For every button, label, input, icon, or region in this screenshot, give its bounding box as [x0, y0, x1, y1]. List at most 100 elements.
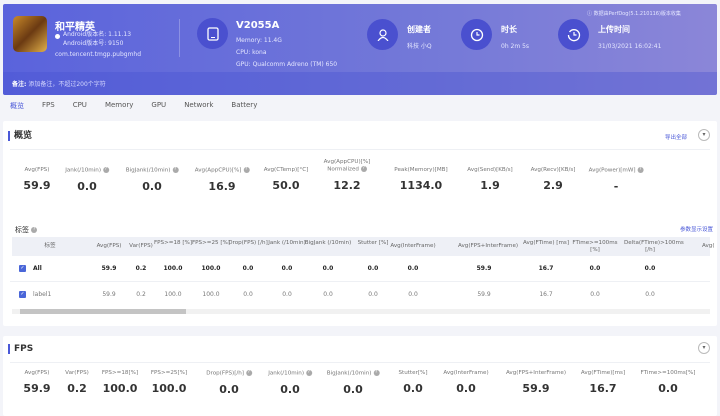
device-gpu: GPU: Qualcomm Adreno (TM) 650: [236, 61, 338, 68]
column-header[interactable]: Avg(FTime) [ms]: [520, 240, 572, 247]
metric-value: 1.9: [480, 179, 500, 192]
upload-time-value: 31/03/2021 16:02:41: [598, 43, 662, 50]
metric: Avg(AppCPU)[%] ? 16.9: [195, 167, 250, 193]
divider: [10, 362, 710, 363]
help-icon[interactable]: ?: [245, 370, 252, 376]
table-cell: 0.0: [322, 265, 334, 272]
help-icon[interactable]: ?: [31, 227, 38, 233]
android-icon: [55, 34, 60, 39]
metric-label: FPS>=18[%]: [101, 370, 139, 376]
creator-label: 创建者: [407, 25, 431, 34]
metric-value: 0.0: [142, 179, 162, 193]
package-name: com.tencent.tmgp.pubgmhd: [55, 51, 142, 58]
metric: Avg(Recv)[KB/s] 2.9: [531, 167, 576, 192]
metric: Avg(InterFrame) 0.0: [443, 370, 488, 395]
column-header[interactable]: Avg(: [702, 243, 715, 250]
column-header[interactable]: 标签: [24, 243, 76, 250]
metric-value: 0.0: [77, 179, 97, 193]
table-cell: 0.0: [368, 291, 378, 298]
row-label: label1: [33, 291, 52, 298]
help-icon[interactable]: ?: [360, 166, 367, 172]
tab-gpu[interactable]: GPU: [151, 101, 166, 111]
row-checkbox[interactable]: ✓: [19, 265, 26, 272]
tab-bar: 概览 FPS CPU Memory GPU Network Battery: [10, 101, 275, 111]
horizontal-scrollbar[interactable]: [12, 309, 710, 314]
help-icon[interactable]: ?: [637, 167, 644, 173]
overview-title: 概览: [8, 131, 32, 141]
column-header[interactable]: Delta(FTime)>100ms [/h]: [624, 240, 684, 254]
row-checkbox[interactable]: ✓: [19, 291, 26, 298]
note-label: 备注:: [12, 81, 27, 88]
help-icon[interactable]: ?: [305, 370, 312, 376]
table-cell: 16.7: [539, 291, 553, 298]
table-cell: 100.0: [164, 291, 182, 298]
metric-label: Jank(/10min): [268, 370, 304, 377]
metric-label: Jank(/10min): [65, 167, 101, 174]
collapse-icon[interactable]: ▾: [698, 129, 710, 141]
metric-label: BigJank(/10min): [326, 370, 372, 377]
tab-overview[interactable]: 概览: [10, 101, 24, 111]
metric-label: Avg(FPS): [24, 167, 50, 173]
creator-value: 科技 小Q: [407, 43, 432, 50]
metric-value: 0.0: [658, 382, 678, 395]
column-header[interactable]: Avg(InterFrame): [387, 243, 439, 250]
export-all-link[interactable]: 导出全部: [665, 133, 687, 141]
table-cell: 0.0: [323, 291, 333, 298]
table-cell: 0.0: [282, 291, 292, 298]
row-label: All: [33, 265, 42, 272]
help-icon[interactable]: ?: [373, 370, 380, 376]
fps-title: FPS: [8, 344, 33, 354]
table-cell: 16.7: [538, 265, 554, 272]
column-header[interactable]: Avg(FPS+InterFrame): [458, 243, 518, 250]
collapse-icon[interactable]: ▾: [698, 342, 710, 354]
tab-memory[interactable]: Memory: [105, 101, 133, 111]
column-settings-link[interactable]: 参数显示设置: [680, 225, 713, 233]
metric: FPS>=18[%] 100.0: [102, 370, 138, 395]
help-icon[interactable]: ?: [102, 167, 109, 173]
metric-value: 0.0: [219, 382, 239, 396]
divider: [10, 149, 710, 150]
metric-label: Avg(FPS): [24, 370, 50, 376]
scrollbar-thumb[interactable]: [20, 309, 186, 314]
history-icon: [558, 19, 589, 50]
metric: BigJank(/10min) ? 0.0: [126, 167, 179, 193]
metric-value: 0.0: [343, 382, 363, 396]
table-cell: 0.0: [589, 265, 601, 272]
device-memory: Memory: 11.4G: [236, 37, 282, 44]
table-cell: 0.0: [367, 265, 379, 272]
note-placeholder: 添加备注，不超过200个字符: [28, 81, 106, 88]
tab-fps[interactable]: FPS: [42, 101, 55, 111]
metric-label: Avg(FTime)[ms]: [580, 370, 626, 376]
tab-cpu[interactable]: CPU: [73, 101, 87, 111]
metric: Avg(FTime)[ms] 16.7: [581, 370, 625, 395]
tab-network[interactable]: Network: [184, 101, 213, 111]
device-name: V2055A: [236, 20, 280, 31]
help-icon[interactable]: ?: [172, 167, 179, 173]
table-cell: 0.0: [644, 265, 656, 272]
metric-value: 0.2: [67, 382, 87, 395]
table-cell: 100.0: [163, 265, 183, 272]
metric: Avg(AppCPU)[%] Normalized ? 12.2: [317, 159, 377, 192]
metric-label: Peak(Memory)[MB]: [394, 167, 448, 173]
table-cell: 59.9: [476, 265, 492, 272]
metric: FTime>=100ms[%] 0.0: [641, 370, 696, 395]
metric: Drop(FPS)[/h] ? 0.0: [206, 370, 252, 396]
labels-title: 标签 ?: [15, 225, 38, 235]
table-cell: 0.0: [243, 291, 253, 298]
metric: Avg(CTemp)[°C] 50.0: [264, 167, 309, 192]
divider: [179, 19, 180, 57]
metric: Jank(/10min) ? 0.0: [65, 167, 109, 193]
table-cell: 59.9: [101, 265, 117, 272]
source-text: 数据由PerfDog(5.1.210116)版本收集: [593, 11, 681, 17]
metric-value: 16.7: [589, 382, 617, 395]
tab-battery[interactable]: Battery: [231, 101, 257, 111]
metric-value: 2.9: [543, 179, 563, 192]
column-header[interactable]: FTime>=100ms [%]: [569, 240, 621, 254]
metric: Peak(Memory)[MB] 1134.0: [394, 167, 447, 192]
note-field[interactable]: 备注: 添加备注，不超过200个字符: [3, 72, 717, 95]
metric-value: 100.0: [102, 382, 138, 395]
help-icon[interactable]: ?: [243, 167, 250, 173]
table-cell: 59.9: [477, 291, 491, 298]
metric-label: Avg(CTemp)[°C]: [263, 167, 309, 173]
metric: BigJank(/10min) ? 0.0: [327, 370, 380, 396]
